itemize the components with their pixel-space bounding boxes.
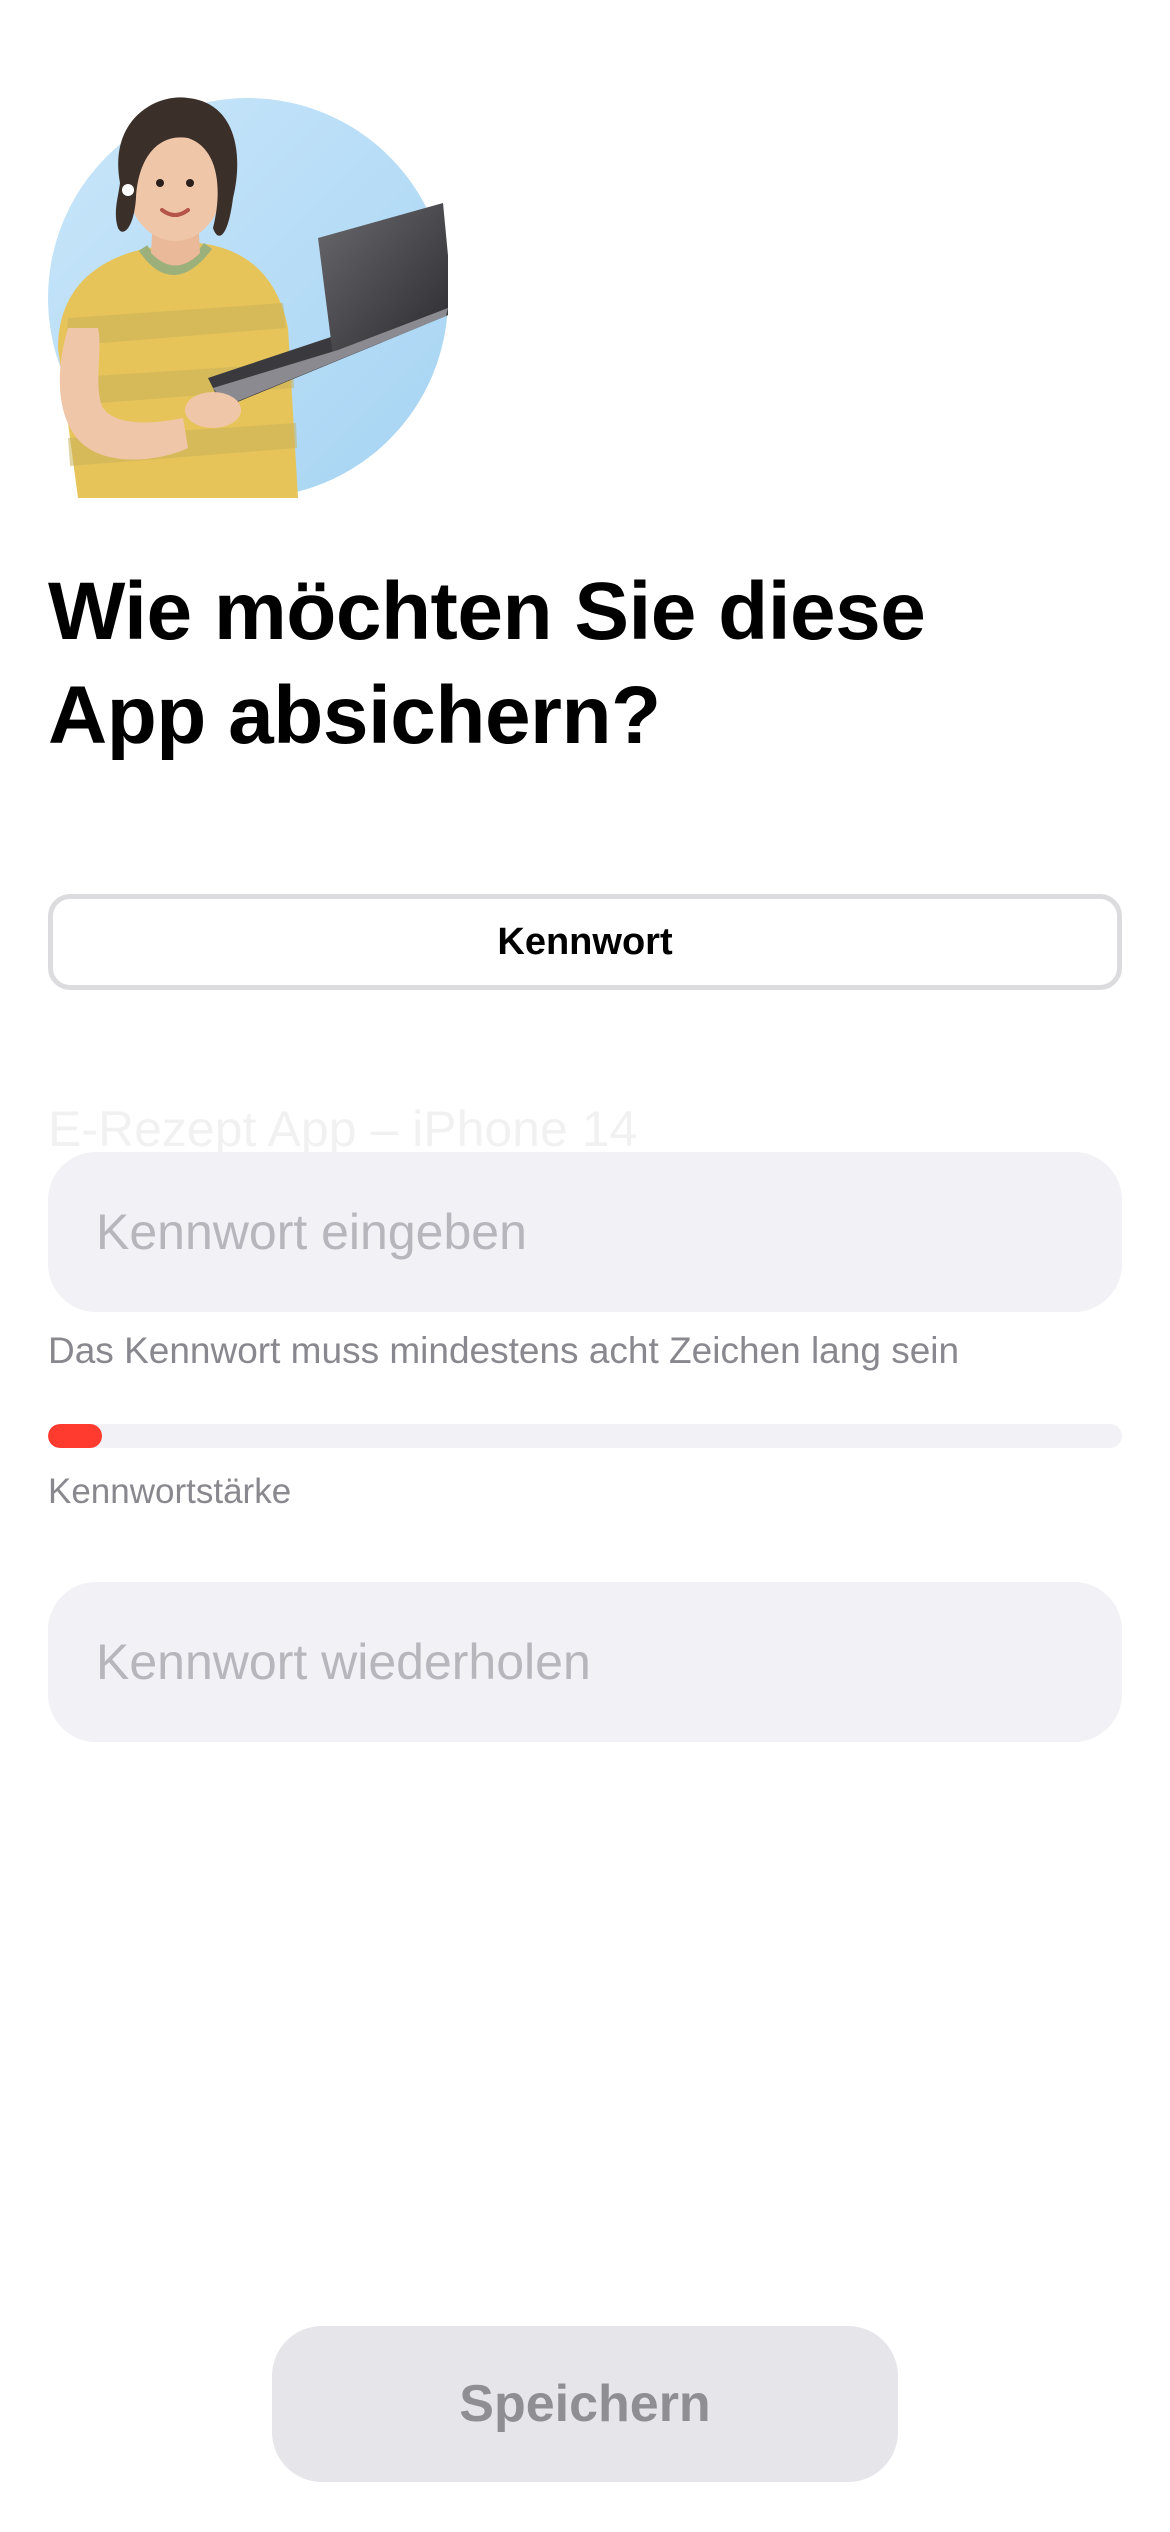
password-repeat-input[interactable] — [48, 1582, 1122, 1742]
password-strength-fill — [48, 1424, 102, 1448]
password-strength-bar — [48, 1424, 1122, 1448]
page-title: Wie möchten Sie diese App absichern? — [48, 566, 926, 761]
app-security-screen: Wie möchten Sie diese App absichern? Ken… — [0, 0, 1170, 2532]
woman-with-laptop-illustration — [48, 97, 448, 498]
save-button[interactable]: Speichern — [272, 2326, 898, 2482]
device-name-label: E-Rezept App – iPhone 14 — [48, 1101, 638, 1157]
password-strength-label: Kennwortstärke — [48, 1472, 292, 1511]
password-method-button[interactable]: Kennwort — [48, 894, 1122, 990]
password-hint: Das Kennwort muss mindestens acht Zeiche… — [48, 1330, 960, 1371]
password-input[interactable] — [48, 1152, 1122, 1312]
